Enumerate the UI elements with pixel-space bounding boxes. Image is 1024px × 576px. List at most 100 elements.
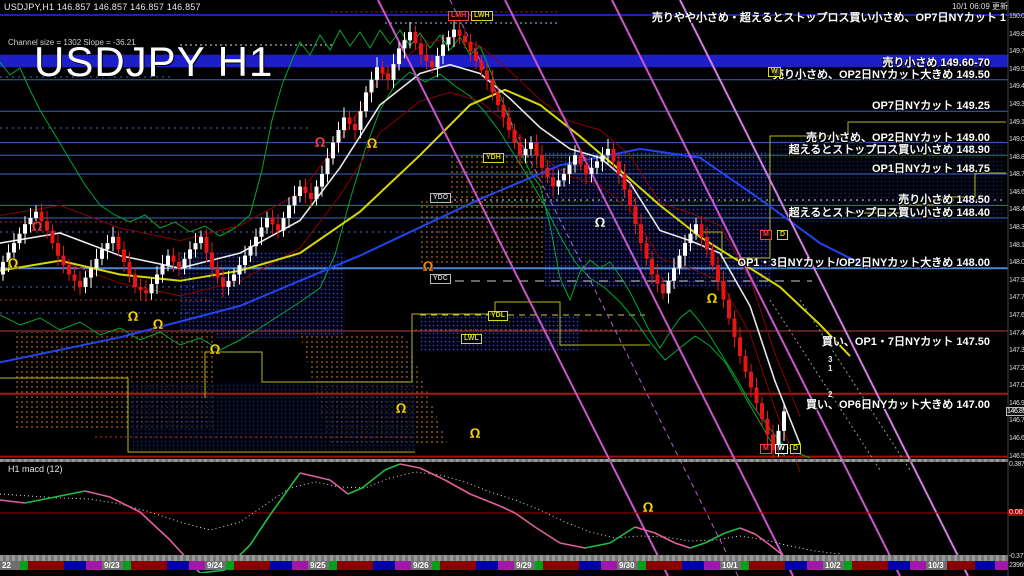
price-axis-label: 148.180 (1009, 242, 1024, 249)
price-axis-label: 149.440 (1009, 83, 1024, 90)
price-axis-label: 147.340 (1009, 347, 1024, 354)
svg-text:Ω: Ω (314, 136, 325, 151)
pivot-label-d: D (777, 230, 788, 240)
pivot-label-w: W (768, 67, 781, 77)
price-axis-label: 149.160 (1009, 119, 1024, 126)
price-axis-label: 148.320 (1009, 224, 1024, 231)
timeline-date-label: 9/23 (104, 561, 120, 570)
pivot-label-ydh: YDH (483, 153, 504, 163)
pivot-label-lmh: LMH (448, 11, 469, 21)
price-axis-label: 147.480 (1009, 330, 1024, 337)
pivot-label-lwh: LWH (471, 11, 493, 21)
session-segment (888, 561, 910, 570)
price-axis-label: 148.040 (1009, 259, 1024, 266)
session-segment (20, 561, 28, 570)
timeline-date-label: 10/3 (928, 561, 944, 570)
level-annotation: OP1日NYカット 148.75 (872, 160, 990, 176)
session-segment (910, 561, 926, 570)
pivot-label-ydo: YDO (430, 193, 451, 203)
session-segment (440, 561, 476, 570)
macd-indicator-label: H1 macd (12) (8, 464, 63, 474)
macd-bottom-value: -0.377 (1009, 553, 1024, 560)
session-segment (86, 561, 102, 570)
session-segment (131, 561, 167, 570)
price-axis-label: 148.600 (1009, 189, 1024, 196)
price-axis-label: 149.300 (1009, 101, 1024, 108)
pivot-label-ydc: YDC (430, 274, 451, 284)
svg-text:Ω: Ω (706, 292, 717, 307)
session-segment (167, 561, 189, 570)
timeline-date-label: 9/25 (310, 561, 326, 570)
svg-text:Ω: Ω (152, 318, 163, 333)
price-axis-label: 148.740 (1009, 171, 1024, 178)
level-annotation: 超えるとストップロス買い小さめ 148.90 (789, 141, 990, 157)
session-segment (852, 561, 888, 570)
level-annotation: 売り小さめ、OP2日NYカット大きめ 149.50 (773, 66, 990, 82)
session-segment (947, 561, 975, 570)
session-segment (432, 561, 440, 570)
channel-info-label: Channel size = 1302 Slope = -36.21 (8, 38, 136, 47)
pivot-label-m: M (760, 230, 772, 240)
svg-text:Ω: Ω (127, 310, 138, 325)
price-axis-label: 146.500 (1009, 453, 1024, 460)
svg-text:Ω: Ω (395, 402, 406, 417)
svg-text:Ω: Ω (209, 343, 220, 358)
svg-text:Ω: Ω (594, 216, 605, 231)
session-segment (785, 561, 807, 570)
chart-canvas[interactable]: ΩΩΩΩΩΩΩΩΩΩΩΩΩ (0, 0, 1024, 576)
session-segment (64, 561, 86, 570)
session-segment (337, 561, 373, 570)
price-axis-label: 149.580 (1009, 66, 1024, 73)
session-segment (975, 561, 995, 570)
price-axis-label: 149.860 (1009, 31, 1024, 38)
session-segment (373, 561, 395, 570)
mt4-chart-window: ΩΩΩΩΩΩΩΩΩΩΩΩΩ USDJPY,H1 146.857 146.857 … (0, 0, 1024, 576)
timeline-date-label: 10/2 (825, 561, 841, 570)
pivot-label-lwl: LWL (461, 334, 482, 344)
price-axis-label: 146.780 (1009, 417, 1024, 424)
session-segment (741, 561, 749, 570)
macd-top-value: 0.387 (1009, 461, 1024, 468)
trendline-number: 1 (828, 364, 832, 373)
session-segment (807, 561, 823, 570)
session-segment (646, 561, 682, 570)
session-segment (579, 561, 601, 570)
session-segment (682, 561, 704, 570)
pivot-label-m: M (760, 444, 772, 454)
svg-text:Ω: Ω (642, 501, 653, 516)
price-axis-label: 149.720 (1009, 48, 1024, 55)
svg-text:Ω: Ω (469, 427, 480, 442)
price-axis-label: 147.060 (1009, 382, 1024, 389)
trendline-number: 3 (828, 355, 832, 364)
timeline-date-label: 10/1 (722, 561, 738, 570)
svg-text:Ω: Ω (31, 220, 42, 235)
session-segment (226, 561, 234, 570)
session-segment (498, 561, 514, 570)
svg-text:Ω: Ω (366, 137, 377, 152)
session-segment (476, 561, 498, 570)
session-segment (292, 561, 308, 570)
price-axis-label: 148.460 (1009, 206, 1024, 213)
session-segment (189, 561, 205, 570)
timeline-date-label: 9/30 (619, 561, 635, 570)
current-price-tag: 146.857 (1006, 407, 1024, 416)
price-axis-label: 147.620 (1009, 312, 1024, 319)
level-annotation: 買い、OP1・7日NYカット 147.50 (822, 333, 990, 349)
chart-svg[interactable]: ΩΩΩΩΩΩΩΩΩΩΩΩΩ (0, 0, 1024, 576)
macd-zero-tag: 0.00 (1008, 509, 1024, 516)
strategy-comment: 売りやや小さめ・超えるとストップロス買い小さめ、OP7日NYカット 1 (652, 9, 1006, 25)
price-axis-label: 146.640 (1009, 435, 1024, 442)
timeline-bar[interactable]: 229/239/249/259/269/299/3010/110/210/3 (0, 561, 1008, 570)
svg-text:Ω: Ω (7, 257, 18, 272)
session-segment (543, 561, 579, 570)
timeline-date-label: 9/24 (207, 561, 223, 570)
svg-text:Ω: Ω (422, 260, 433, 275)
panel-separator[interactable] (0, 459, 1008, 462)
pivot-label-ydl: YDL (488, 311, 508, 321)
symbol-ohlc-readout: USDJPY,H1 146.857 146.857 146.857 146.85… (4, 2, 201, 12)
level-annotation: OP1・3日NYカット/OP2日NYカット大きめ 148.00 (738, 254, 990, 270)
timeline-date-label: 9/26 (413, 561, 429, 570)
session-segment (638, 561, 646, 570)
timeline-start-label: 22 (2, 561, 11, 570)
pivot-label-w: W (775, 444, 788, 454)
